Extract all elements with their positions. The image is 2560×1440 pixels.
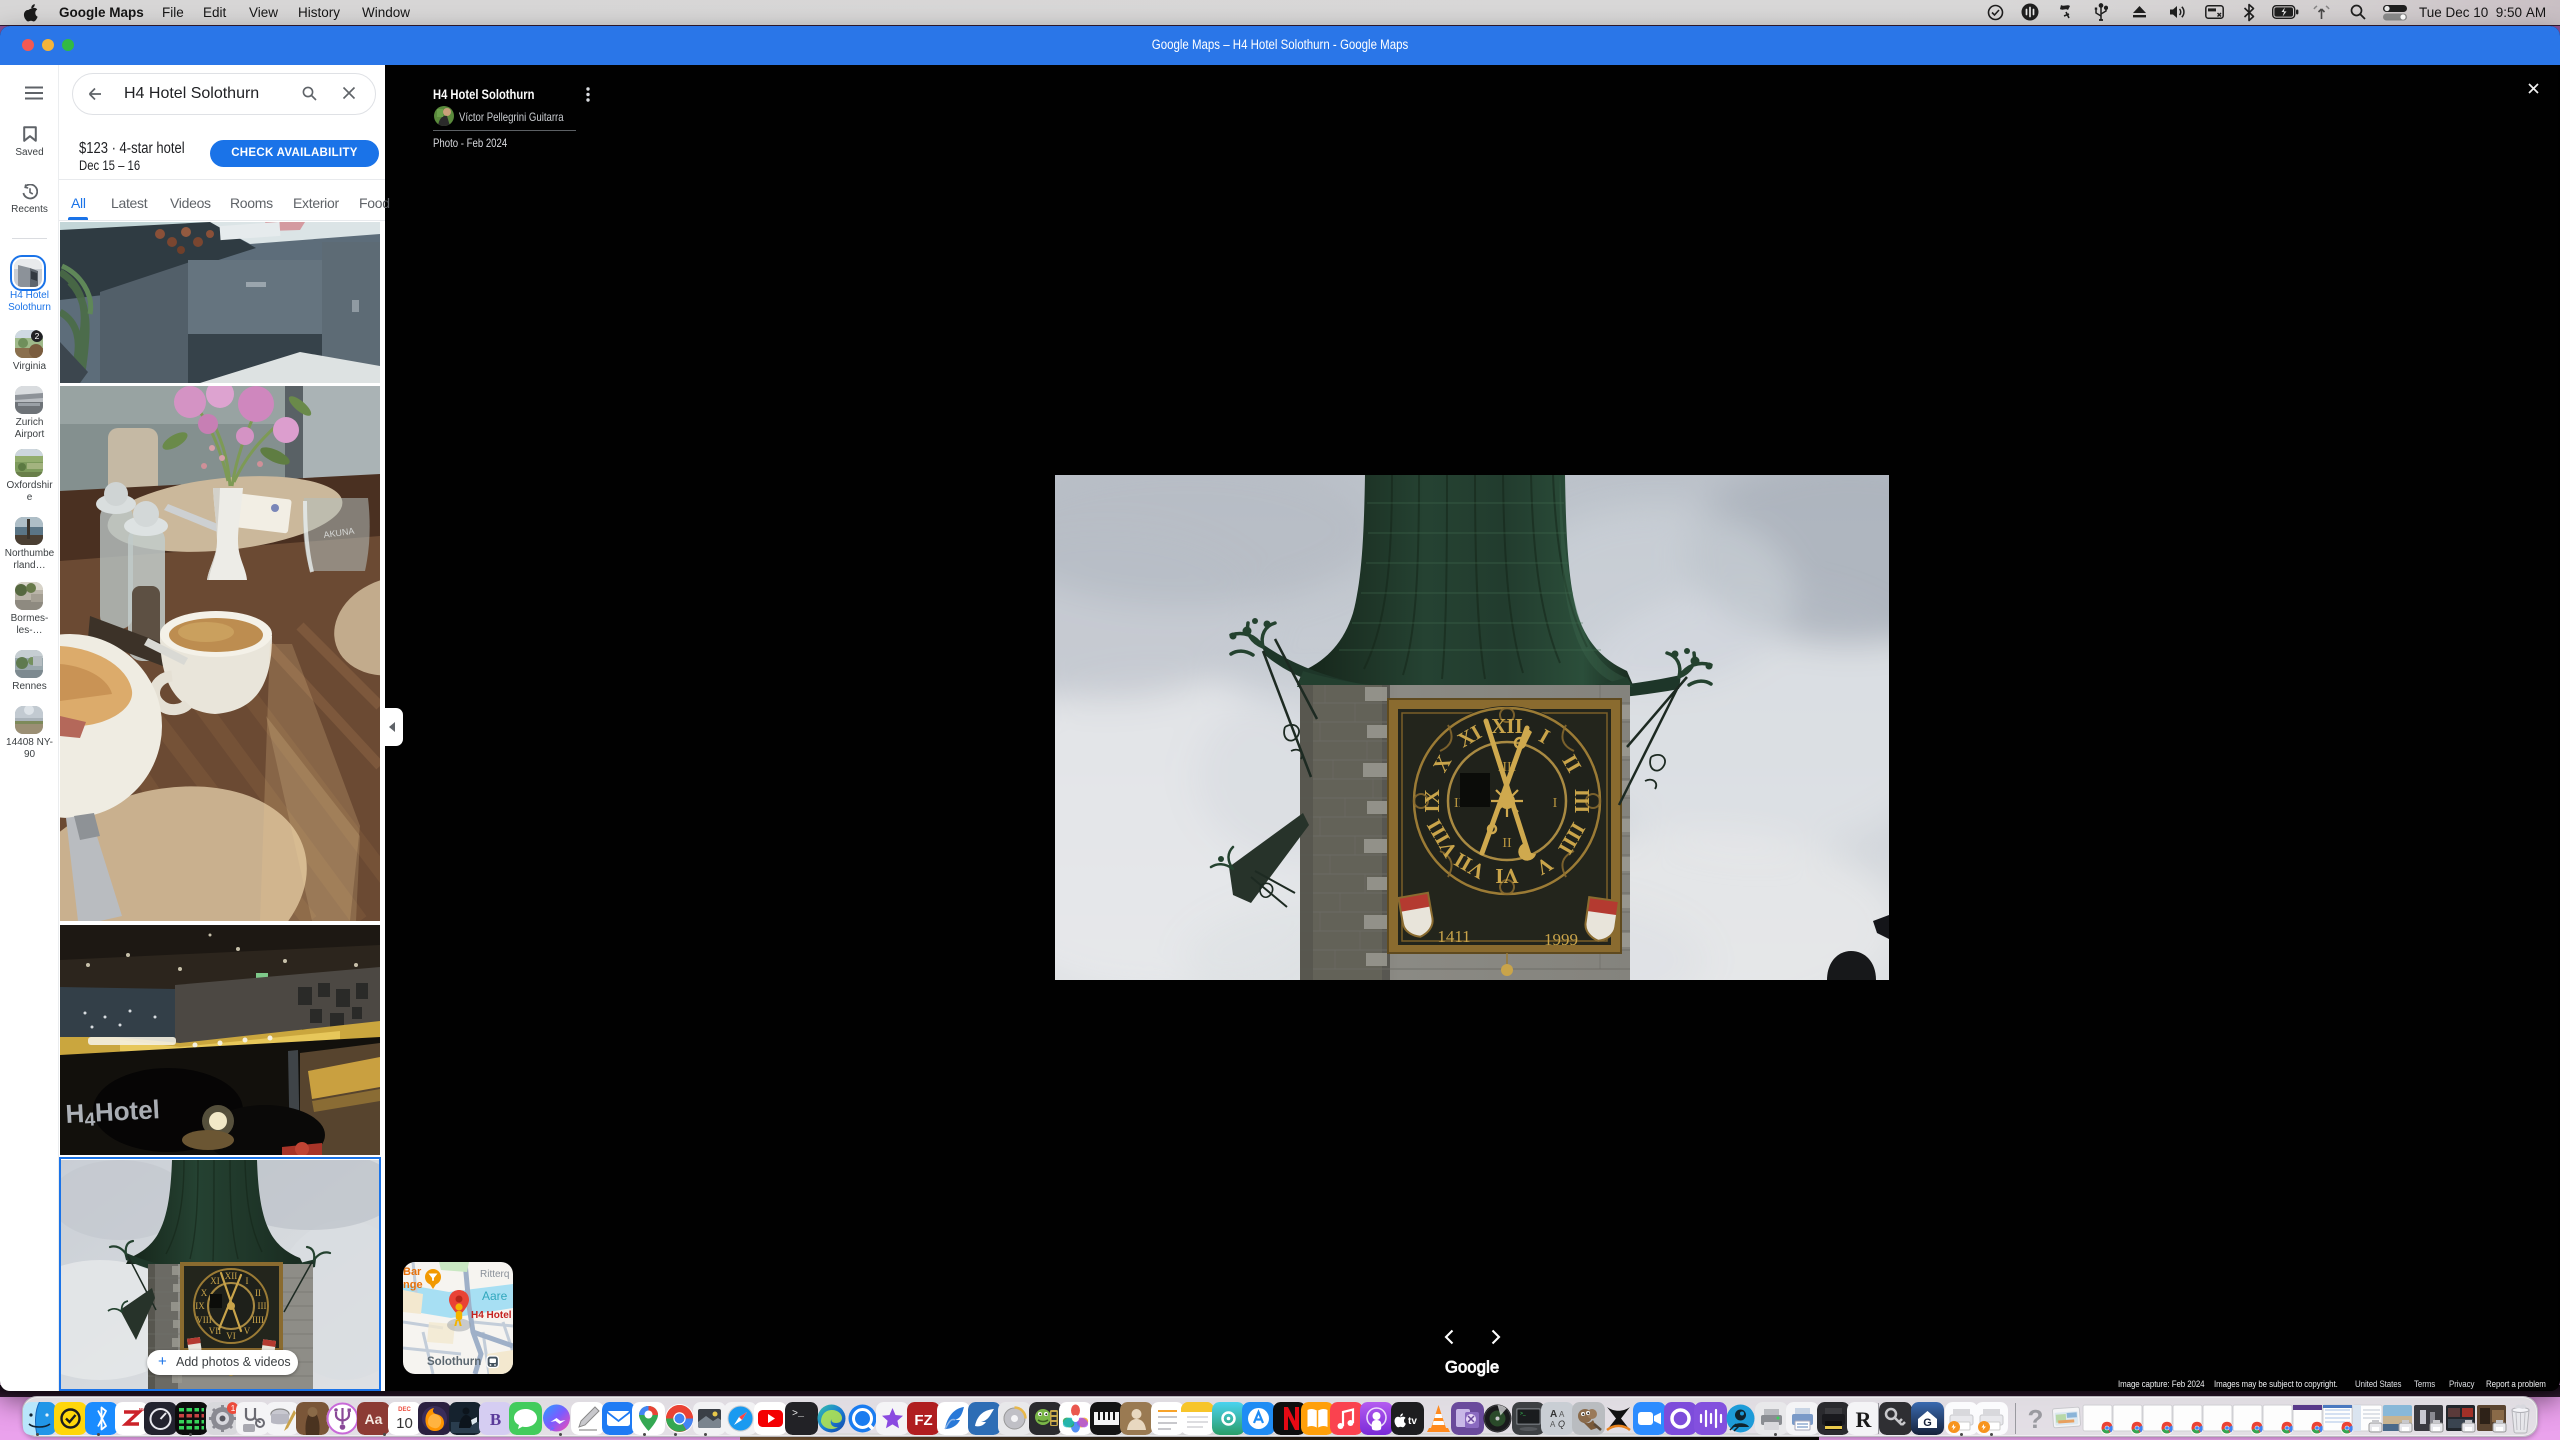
svg-text:H4 Hotel: H4 Hotel bbox=[471, 1310, 512, 1321]
svg-text:Q: Q bbox=[1558, 1419, 1565, 1429]
svg-text:Aa: Aa bbox=[364, 1411, 382, 1427]
svg-text:Google: Google bbox=[1445, 1359, 1499, 1377]
svg-text:DEC: DEC bbox=[398, 1407, 411, 1413]
svg-text:1999: 1999 bbox=[1544, 930, 1578, 949]
svg-text:tv: tv bbox=[1408, 1416, 1417, 1427]
svg-text:Aare: Aare bbox=[482, 1289, 508, 1303]
svg-text:B: B bbox=[489, 1410, 500, 1429]
svg-text:XII: XII bbox=[1491, 714, 1523, 738]
svg-text:II: II bbox=[1502, 836, 1512, 851]
svg-text:FZ: FZ bbox=[914, 1412, 932, 1429]
svg-text:I: I bbox=[1553, 796, 1558, 811]
svg-text:A: A bbox=[1550, 1420, 1556, 1429]
svg-text:G: G bbox=[1923, 1417, 1932, 1429]
svg-text:R: R bbox=[1855, 1407, 1872, 1432]
svg-text:Ritterq: Ritterq bbox=[480, 1269, 509, 1280]
svg-text:>_: >_ bbox=[792, 1409, 805, 1420]
svg-text:?: ? bbox=[2027, 1404, 2043, 1434]
svg-text:Bar: Bar bbox=[403, 1266, 422, 1278]
svg-text:Solothurn: Solothurn bbox=[427, 1356, 481, 1368]
svg-text:A: A bbox=[1550, 1409, 1557, 1420]
svg-text:VI: VI bbox=[1495, 864, 1518, 888]
svg-text:IX: IX bbox=[1420, 789, 1444, 812]
svg-text:10: 10 bbox=[396, 1415, 413, 1432]
svg-text:nge: nge bbox=[403, 1279, 423, 1291]
svg-text:>_: >_ bbox=[1520, 1411, 1526, 1417]
svg-text:III: III bbox=[1570, 789, 1594, 814]
svg-text:1411: 1411 bbox=[1437, 927, 1470, 946]
svg-text:A: A bbox=[1559, 1410, 1565, 1419]
svg-text:1: 1 bbox=[230, 1403, 235, 1413]
